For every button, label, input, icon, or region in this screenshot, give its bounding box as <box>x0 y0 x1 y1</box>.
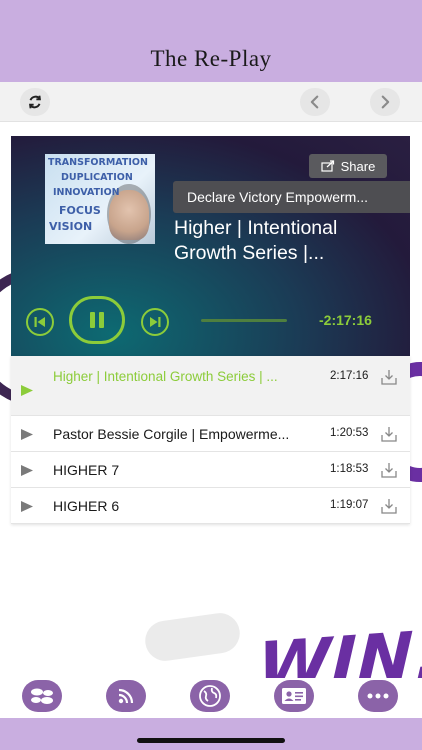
skip-back-icon <box>34 317 45 327</box>
episode-list: Higher | Intentional Growth Series | ...… <box>11 356 410 524</box>
tab-home[interactable] <box>22 680 62 712</box>
download-icon[interactable] <box>380 425 398 443</box>
list-item[interactable]: Higher | Intentional Growth Series | ...… <box>11 356 410 416</box>
home-indicator[interactable] <box>137 738 285 743</box>
share-label: Share <box>340 158 376 174</box>
forward-button[interactable] <box>370 88 400 116</box>
play-icon <box>21 501 33 512</box>
episode-title: Pastor Bessie Corgile | Empowerme... <box>53 426 290 442</box>
page-title: The Re-Play <box>150 46 272 71</box>
list-item[interactable]: Pastor Bessie Corgile | Empowerme... 1:2… <box>11 416 410 452</box>
download-icon[interactable] <box>380 461 398 479</box>
contact-card-icon <box>282 688 306 704</box>
cover-line: DUPLICATION <box>61 172 133 183</box>
episode-duration: 2:17:16 <box>330 370 369 382</box>
bottom-strip <box>0 718 422 750</box>
play-icon <box>21 465 33 476</box>
now-playing-title: Higher | Intentional Growth Series |... <box>174 217 338 264</box>
globe-icon <box>199 685 221 707</box>
chevron-left-icon <box>310 95 319 109</box>
more-icon <box>367 693 389 699</box>
toolbar <box>0 82 422 122</box>
episode-chip[interactable]: Declare Victory Empowerm... <box>173 181 410 213</box>
download-icon[interactable] <box>380 497 398 515</box>
share-button[interactable]: Share <box>309 154 387 178</box>
play-icon <box>21 385 33 396</box>
episode-duration: 1:20:53 <box>330 427 369 439</box>
refresh-icon <box>29 95 41 109</box>
episode-duration: 1:19:07 <box>330 499 369 511</box>
audio-player: TRANSFORMATION DUPLICATION INNOVATION FO… <box>11 136 410 356</box>
app-header: The Re-Play <box>0 0 422 82</box>
progress-bar[interactable] <box>201 319 287 322</box>
cover-line: INNOVATION <box>53 187 120 198</box>
previous-button[interactable] <box>26 308 54 336</box>
pause-button[interactable] <box>69 296 125 344</box>
bottom-tab-bar <box>0 678 422 718</box>
episode-duration: 1:18:53 <box>330 463 369 475</box>
circles-icon <box>31 688 53 704</box>
tab-more[interactable] <box>358 680 398 712</box>
rss-icon <box>118 688 134 704</box>
tab-contact[interactable] <box>274 680 314 712</box>
list-item[interactable]: HIGHER 7 1:18:53 <box>11 452 410 488</box>
tab-podcast[interactable] <box>106 680 146 712</box>
cover-line: FOCUS <box>59 204 101 217</box>
background-win-text: WIN! <box>256 615 422 682</box>
play-icon <box>21 429 33 440</box>
download-icon[interactable] <box>380 368 398 386</box>
episode-title: HIGHER 7 <box>53 462 120 478</box>
cover-line: VISION <box>49 220 93 233</box>
tab-web[interactable] <box>190 680 230 712</box>
album-cover: TRANSFORMATION DUPLICATION INNOVATION FO… <box>45 154 155 244</box>
refresh-button[interactable] <box>20 88 50 116</box>
remaining-time: -2:17:16 <box>319 312 372 328</box>
episode-title: HIGHER 6 <box>53 498 120 514</box>
back-button[interactable] <box>300 88 330 116</box>
background-blob <box>142 610 243 664</box>
share-icon <box>321 160 334 172</box>
episode-title: Higher | Intentional Growth Series | ... <box>53 369 278 384</box>
pause-icon <box>90 312 104 328</box>
skip-forward-icon <box>150 317 161 327</box>
list-item[interactable]: HIGHER 6 1:19:07 <box>11 488 410 524</box>
next-button[interactable] <box>141 308 169 336</box>
cover-line: TRANSFORMATION <box>48 157 148 168</box>
chevron-right-icon <box>381 95 390 109</box>
